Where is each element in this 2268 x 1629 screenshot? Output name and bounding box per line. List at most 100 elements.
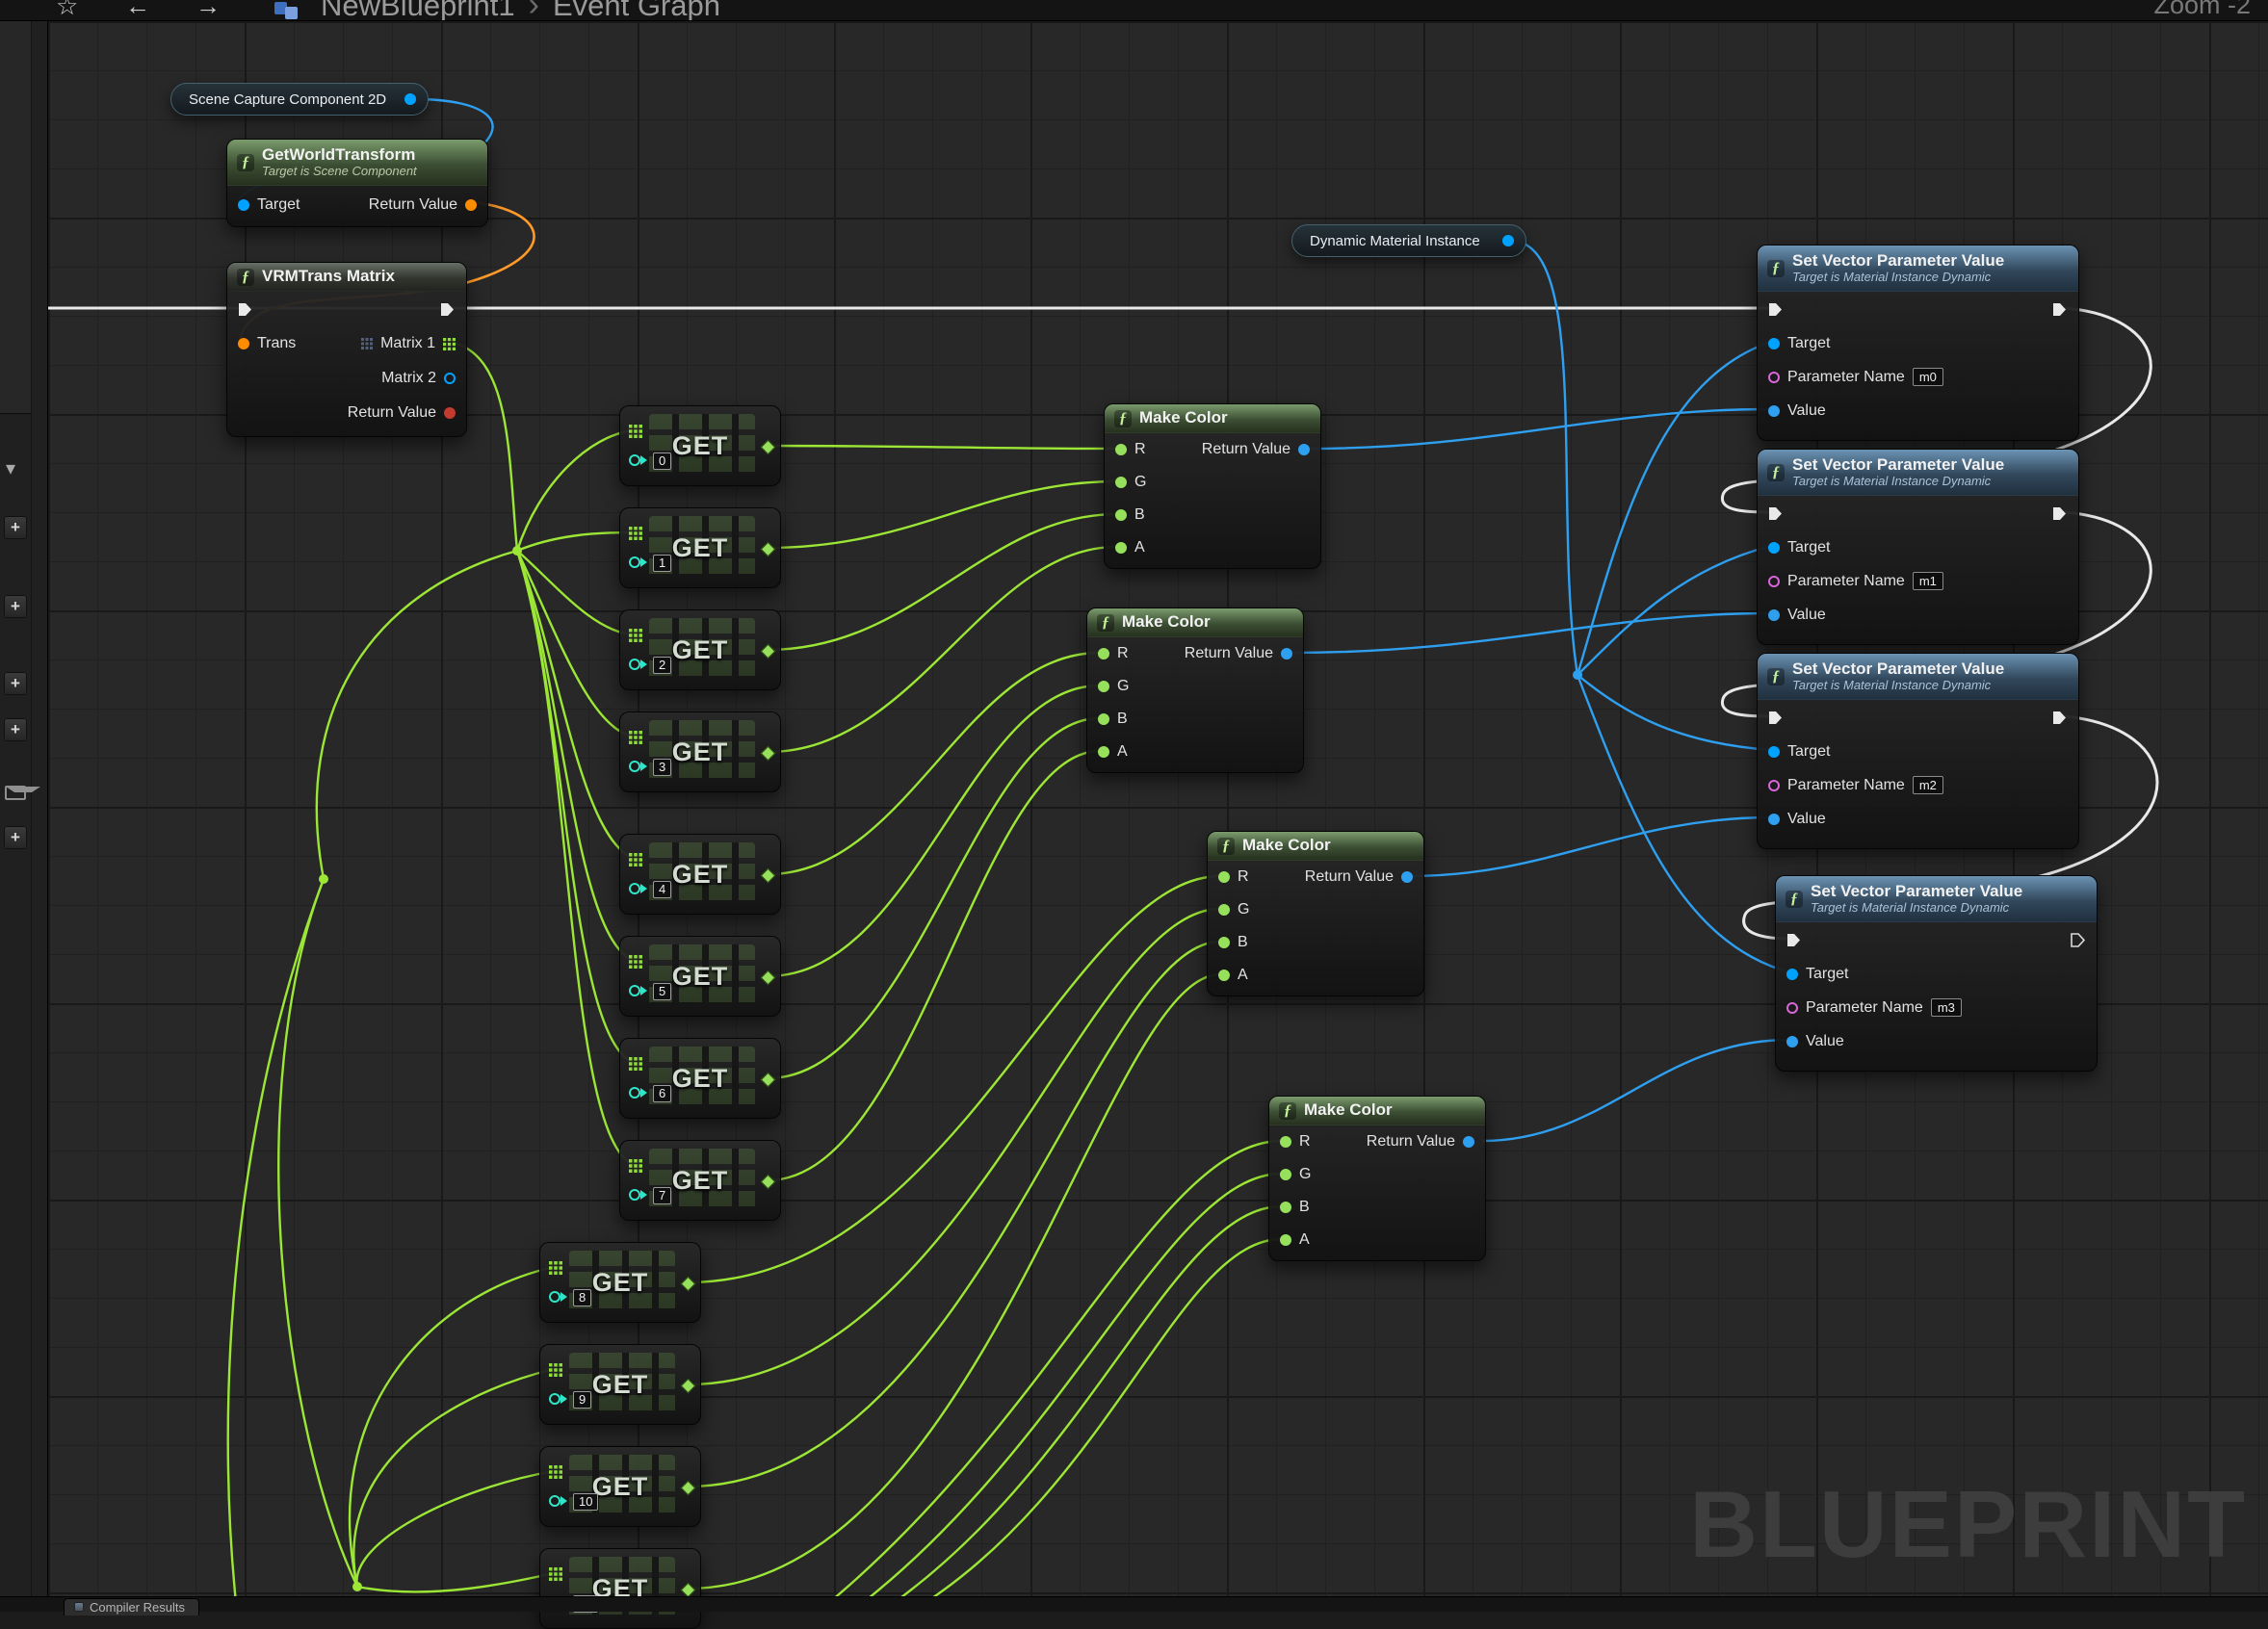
node-vrmtrans-matrix[interactable]: ƒ VRMTrans Matrix Trans Matrix 1 Matrix …: [226, 262, 467, 437]
index-value[interactable]: 10: [573, 1493, 598, 1511]
a-input-pin[interactable]: [1098, 746, 1109, 758]
b-input-pin[interactable]: [1280, 1202, 1291, 1213]
index-input-pin[interactable]: [549, 1291, 560, 1303]
index-value[interactable]: 1: [653, 555, 671, 572]
exec-input-pin[interactable]: [1786, 933, 1802, 947]
index-value[interactable]: 2: [653, 657, 671, 674]
color-output-pin[interactable]: [1401, 871, 1413, 883]
node-set-vector-parameter[interactable]: ƒ Set Vector Parameter Value Target is M…: [1757, 449, 2079, 645]
index-input-pin[interactable]: [629, 454, 640, 466]
parameter-name-value[interactable]: m0: [1913, 368, 1943, 386]
node-array-get[interactable]: GET 11: [539, 1548, 701, 1629]
parameter-name-pin[interactable]: [1768, 780, 1780, 791]
add-button[interactable]: +: [4, 595, 27, 618]
target-input-pin[interactable]: [1768, 542, 1780, 554]
back-icon[interactable]: ←: [125, 0, 150, 21]
index-value[interactable]: 4: [653, 881, 671, 898]
trans-input-pin[interactable]: [238, 338, 249, 349]
index-value[interactable]: 7: [653, 1187, 671, 1204]
index-input-pin[interactable]: [629, 761, 640, 772]
index-input-pin[interactable]: [549, 1495, 560, 1507]
g-input-pin[interactable]: [1115, 477, 1127, 488]
exec-input-pin[interactable]: [1768, 506, 1784, 521]
color-output-pin[interactable]: [1463, 1136, 1474, 1148]
node-make-color[interactable]: ƒ Make Color R Return Value G B A: [1086, 608, 1304, 773]
target-input-pin[interactable]: [1768, 338, 1780, 349]
node-array-get[interactable]: GET 7: [619, 1140, 781, 1221]
value-input-pin[interactable]: [1768, 814, 1780, 825]
b-input-pin[interactable]: [1218, 937, 1230, 948]
a-input-pin[interactable]: [1218, 970, 1230, 981]
object-output-pin[interactable]: [1502, 235, 1514, 246]
favorite-star-icon[interactable]: ☆: [56, 0, 78, 21]
index-input-pin[interactable]: [629, 883, 640, 894]
node-set-vector-parameter[interactable]: ƒ Set Vector Parameter Value Target is M…: [1757, 653, 2079, 849]
index-input-pin[interactable]: [629, 659, 640, 670]
node-array-get[interactable]: GET 4: [619, 834, 781, 915]
variable-node-scene-capture[interactable]: Scene Capture Component 2D: [170, 83, 429, 116]
index-value[interactable]: 5: [653, 983, 671, 1000]
node-array-get[interactable]: GET 1: [619, 507, 781, 588]
index-input-pin[interactable]: [549, 1393, 560, 1405]
matrix2-output-pin[interactable]: [444, 373, 456, 384]
parameter-name-value[interactable]: m3: [1931, 998, 1962, 1017]
node-array-get[interactable]: GET 6: [619, 1038, 781, 1119]
a-input-pin[interactable]: [1280, 1234, 1291, 1246]
g-input-pin[interactable]: [1098, 681, 1109, 692]
exec-input-pin[interactable]: [1768, 711, 1784, 725]
index-input-pin[interactable]: [629, 985, 640, 996]
value-input-pin[interactable]: [1786, 1036, 1798, 1047]
r-input-pin[interactable]: [1218, 871, 1230, 883]
node-array-get[interactable]: GET 3: [619, 711, 781, 792]
b-input-pin[interactable]: [1098, 713, 1109, 725]
parameter-name-pin[interactable]: [1768, 576, 1780, 587]
a-input-pin[interactable]: [1115, 542, 1127, 554]
g-input-pin[interactable]: [1280, 1169, 1291, 1180]
g-input-pin[interactable]: [1218, 904, 1230, 916]
index-value[interactable]: 9: [573, 1391, 591, 1409]
add-button[interactable]: +: [4, 718, 27, 741]
variable-node-dynamic-material[interactable]: Dynamic Material Instance: [1291, 224, 1526, 257]
node-set-vector-parameter[interactable]: ƒ Set Vector Parameter Value Target is M…: [1757, 245, 2079, 441]
parameter-name-value[interactable]: m2: [1913, 776, 1943, 794]
return-output-pin[interactable]: [444, 407, 456, 419]
node-set-vector-parameter[interactable]: ƒ Set Vector Parameter Value Target is M…: [1775, 875, 2098, 1072]
exec-output-pin[interactable]: [2052, 302, 2068, 317]
index-value[interactable]: 6: [653, 1085, 671, 1102]
exec-output-pin[interactable]: [2052, 711, 2068, 725]
value-input-pin[interactable]: [1768, 405, 1780, 417]
r-input-pin[interactable]: [1115, 444, 1127, 455]
index-input-pin[interactable]: [629, 1189, 640, 1201]
node-make-color[interactable]: ƒ Make Color R Return Value G B A: [1268, 1096, 1486, 1261]
breadcrumb-subtitle[interactable]: Event Graph: [553, 0, 720, 21]
node-make-color[interactable]: ƒ Make Color R Return Value G B A: [1207, 831, 1424, 996]
r-input-pin[interactable]: [1098, 648, 1109, 659]
target-input-pin[interactable]: [1786, 969, 1798, 980]
node-array-get[interactable]: GET 2: [619, 609, 781, 690]
index-value[interactable]: 0: [653, 452, 671, 470]
chevron-down-icon[interactable]: ▾: [6, 456, 15, 480]
index-input-pin[interactable]: [629, 1087, 640, 1099]
color-output-pin[interactable]: [1298, 444, 1310, 455]
exec-output-pin[interactable]: [2071, 933, 2086, 947]
target-input-pin[interactable]: [238, 199, 249, 211]
object-output-pin[interactable]: [404, 93, 416, 105]
exec-input-pin[interactable]: [1768, 302, 1784, 317]
node-array-get[interactable]: GET 10: [539, 1446, 701, 1527]
node-get-world-transform[interactable]: ƒ GetWorldTransform Target is Scene Comp…: [226, 139, 488, 227]
value-input-pin[interactable]: [1768, 609, 1780, 621]
parameter-name-value[interactable]: m1: [1913, 572, 1943, 590]
add-button[interactable]: +: [4, 516, 27, 539]
r-input-pin[interactable]: [1280, 1136, 1291, 1148]
breadcrumb-title[interactable]: NewBlueprint1: [321, 0, 515, 21]
transform-output-pin[interactable]: [465, 199, 477, 211]
parameter-name-pin[interactable]: [1768, 372, 1780, 383]
index-input-pin[interactable]: [629, 556, 640, 568]
exec-output-pin[interactable]: [440, 302, 456, 317]
node-array-get[interactable]: GET 5: [619, 936, 781, 1017]
node-array-get[interactable]: GET 9: [539, 1344, 701, 1425]
index-value[interactable]: 8: [573, 1289, 591, 1306]
parameter-name-pin[interactable]: [1786, 1002, 1798, 1014]
forward-icon[interactable]: →: [196, 0, 221, 21]
index-value[interactable]: 3: [653, 759, 671, 776]
